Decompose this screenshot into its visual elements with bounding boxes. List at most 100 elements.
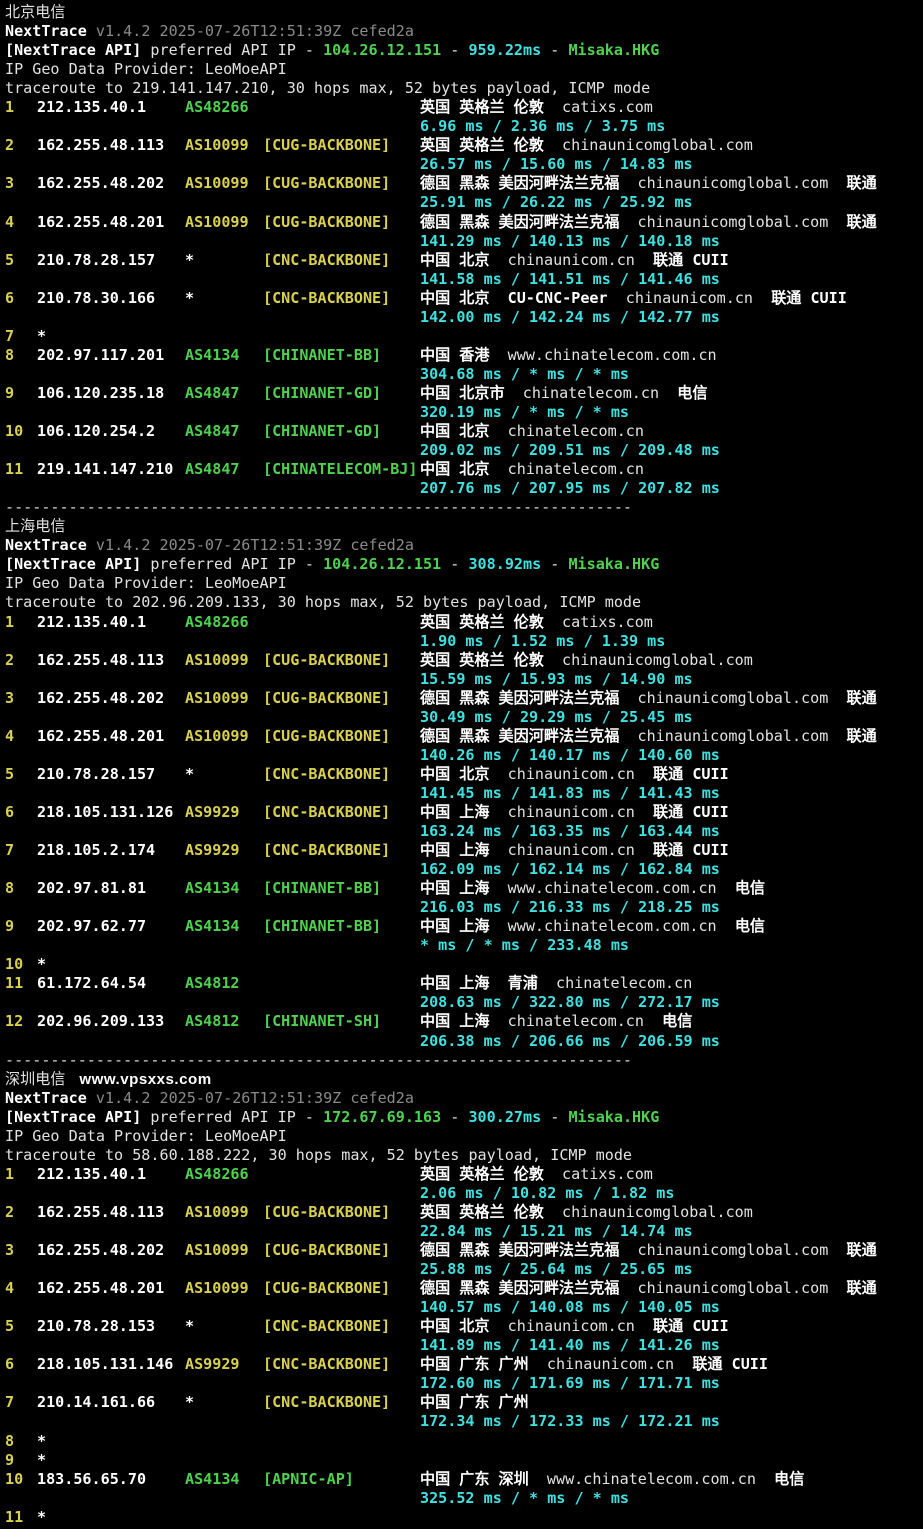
hop-latency: 25.88 ms / 25.64 ms / 25.65 ms [420, 1260, 693, 1278]
api-line: [NextTrace API] preferred API IP - 104.2… [5, 41, 923, 60]
hop-hostname: chinaunicomglobal.com [619, 689, 828, 707]
hop-ip: 210.14.161.66 [37, 1393, 185, 1412]
nexttrace-version: v1.4.2 2025-07-26T12:51:39Z cefed2a [87, 536, 414, 554]
hop-latency: 162.09 ms / 162.14 ms / 162.84 ms [420, 860, 720, 878]
hop-timeout-star: * [37, 327, 46, 346]
hop-hostname: www.chinatelecom.com.cn [489, 917, 716, 935]
hop-hostname: catixs.com [544, 613, 653, 631]
hop-network-tag: [CNC-BACKBONE] [263, 1317, 420, 1336]
hop-number: 3 [5, 1241, 37, 1260]
hop-location: 中国 上海 [420, 879, 489, 897]
hop-list: 1212.135.40.1AS48266英国 英格兰 伦敦 catixs.com… [5, 1165, 923, 1529]
hop-latency: 25.91 ms / 26.22 ms / 25.92 ms [420, 193, 693, 211]
hop-hostname: www.chinatelecom.com.cn [489, 879, 716, 897]
dash-separator: - [441, 41, 468, 59]
hop-number: 10 [5, 1470, 37, 1489]
hop-network-tag: [CNC-BACKBONE] [263, 251, 420, 270]
hop-location: 中国 广东 深圳 [420, 1470, 529, 1488]
api-latency: 959.22ms [468, 41, 541, 59]
hop-hostname: chinaunicom.cn [529, 1355, 674, 1373]
hop-hostname: chinaunicom.cn [608, 289, 753, 307]
hop-number: 9 [5, 384, 37, 403]
hop-carrier: 联通 CUII [635, 765, 729, 783]
hop-ip: 106.120.235.18 [37, 384, 185, 403]
hop-carrier: 联通 CUII [635, 803, 729, 821]
hop-carrier: 联通 [828, 213, 876, 231]
hop-carrier: 电信 [644, 1012, 692, 1030]
hop-latency: 141.58 ms / 141.51 ms / 141.46 ms [420, 270, 720, 288]
hop-latency-row: 30.49 ms / 29.29 ms / 25.45 ms [5, 708, 923, 727]
hop-latency: 26.57 ms / 15.60 ms / 14.83 ms [420, 155, 693, 173]
hop-number: 3 [5, 174, 37, 193]
hop-network-tag: [CHINANET-SH] [263, 1012, 420, 1031]
dash-separator: - [441, 555, 468, 573]
hop-asn: AS48266 [185, 1165, 263, 1184]
hop-asn: AS10099 [185, 1241, 263, 1260]
hop-latency-row: 141.89 ms / 141.40 ms / 141.26 ms [5, 1336, 923, 1355]
traceroute-line: traceroute to 202.96.209.133, 30 hops ma… [5, 593, 923, 612]
hop-row: 2162.255.48.113AS10099[CUG-BACKBONE]英国 英… [5, 651, 923, 670]
hop-location: 中国 北京 [420, 460, 489, 478]
hop-ip: 183.56.65.70 [37, 1470, 185, 1489]
hop-latency: 15.59 ms / 15.93 ms / 14.90 ms [420, 670, 693, 688]
hop-latency-row: 141.29 ms / 140.13 ms / 140.18 ms [5, 232, 923, 251]
hop-geo: 德国 黑森 美因河畔法兰克福 chinaunicomglobal.com 联通 [420, 213, 877, 232]
isp-name: 上海电信 [5, 517, 65, 535]
hop-carrier: 联通 [828, 689, 876, 707]
hop-timeout-star: * [37, 1508, 46, 1527]
hop-number: 5 [5, 1317, 37, 1336]
hop-number: 10 [5, 422, 37, 441]
hop-asn: AS10099 [185, 727, 263, 746]
hop-asn: AS4847 [185, 384, 263, 403]
hop-row: 4162.255.48.201AS10099[CUG-BACKBONE]德国 黑… [5, 1279, 923, 1298]
hop-asn: AS10099 [185, 136, 263, 155]
hop-latency: 141.45 ms / 141.83 ms / 141.43 ms [420, 784, 720, 802]
hop-number: 7 [5, 1393, 37, 1412]
hop-hostname: chinaunicomglobal.com [544, 651, 753, 669]
api-label: [NextTrace API] [5, 555, 141, 573]
hop-location: 中国 上海 [420, 841, 489, 859]
hop-number: 11 [5, 460, 37, 479]
hop-asn: AS4134 [185, 917, 263, 936]
hop-carrier: 联通 [828, 727, 876, 745]
hop-geo: 德国 黑森 美因河畔法兰克福 chinaunicomglobal.com 联通 [420, 1241, 877, 1260]
api-ip: 172.67.69.163 [323, 1108, 441, 1126]
hop-geo: 中国 广东 广州 chinaunicom.cn 联通 CUII [420, 1355, 768, 1374]
hop-location: 中国 北京 [420, 422, 489, 440]
hop-asn: AS4134 [185, 346, 263, 365]
hop-location: 中国 北京 CU-CNC-Peer [420, 289, 608, 307]
hop-latency-row: 1.90 ms / 1.52 ms / 1.39 ms [5, 632, 923, 651]
terminal-output: 北京电信 NextTrace v1.4.2 2025-07-26T12:51:3… [0, 0, 923, 1529]
hop-latency: 22.84 ms / 15.21 ms / 14.74 ms [420, 1222, 693, 1240]
hop-hostname: chinatelecom.cn [489, 460, 643, 478]
hop-carrier: 电信 [717, 917, 765, 935]
hop-ip: 202.97.81.81 [37, 879, 185, 898]
hop-latency: 140.57 ms / 140.08 ms / 140.05 ms [420, 1298, 720, 1316]
hop-asn: AS4812 [185, 1012, 263, 1031]
hop-latency-row: 206.38 ms / 206.66 ms / 206.59 ms [5, 1032, 923, 1051]
hop-row: 8202.97.81.81AS4134[CHINANET-BB]中国 上海 ww… [5, 879, 923, 898]
isp-name: 北京电信 [5, 3, 65, 21]
hop-carrier: 联通 CUII [674, 1355, 768, 1373]
hop-ip: 218.105.2.174 [37, 841, 185, 860]
hop-carrier: 电信 [756, 1470, 804, 1488]
hop-asn: * [185, 289, 263, 308]
hop-latency: 142.00 ms / 142.24 ms / 142.77 ms [420, 308, 720, 326]
hop-latency: 163.24 ms / 163.35 ms / 163.44 ms [420, 822, 720, 840]
hop-location: 德国 黑森 美因河畔法兰克福 [420, 1279, 619, 1297]
hop-asn: AS9929 [185, 803, 263, 822]
hop-latency-row: 216.03 ms / 216.33 ms / 218.25 ms [5, 898, 923, 917]
geo-provider-line: IP Geo Data Provider: LeoMoeAPI [5, 574, 923, 593]
hop-carrier: 联通 CUII [635, 251, 729, 269]
hop-ip: 162.255.48.202 [37, 689, 185, 708]
hop-latency-row: 162.09 ms / 162.14 ms / 162.84 ms [5, 860, 923, 879]
hop-network-tag: [CUG-BACKBONE] [263, 1203, 420, 1222]
nexttrace-version: v1.4.2 2025-07-26T12:51:39Z cefed2a [87, 22, 414, 40]
hop-hostname: chinaunicomglobal.com [619, 1279, 828, 1297]
hop-ip: 210.78.30.166 [37, 289, 185, 308]
hop-number: 11 [5, 1508, 37, 1527]
hop-row: 6210.78.30.166*[CNC-BACKBONE]中国 北京 CU-CN… [5, 289, 923, 308]
hop-location: 中国 上海 青浦 [420, 974, 538, 992]
hop-number: 9 [5, 917, 37, 936]
hop-location: 中国 上海 [420, 803, 489, 821]
